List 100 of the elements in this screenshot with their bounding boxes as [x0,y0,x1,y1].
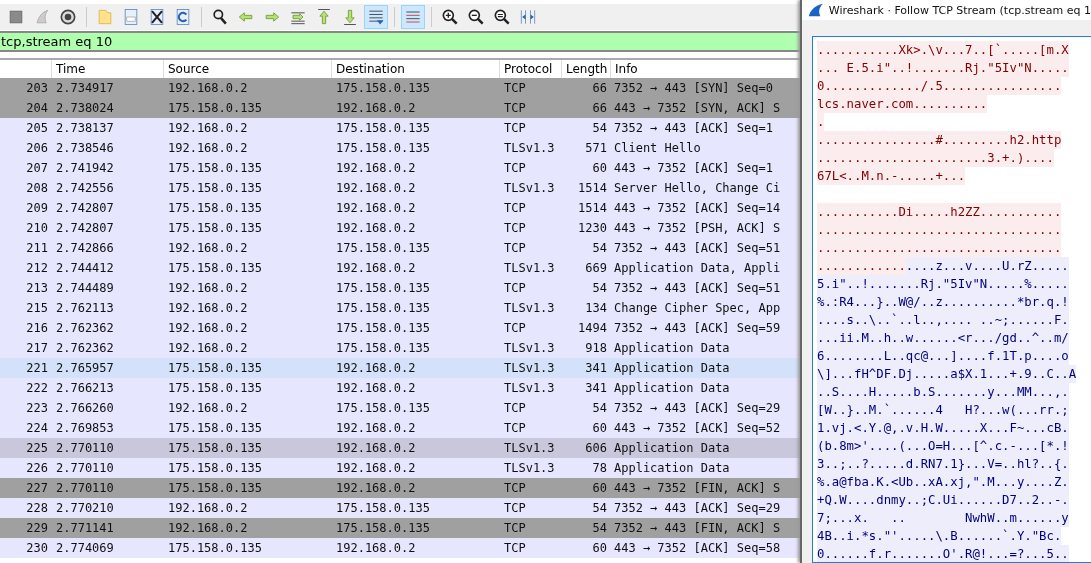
table-cell-text: 208 [25,180,49,197]
table-cell-text: TCP [503,500,527,517]
server-data-text: 5.i"..!.......Rj."5Iv"N.....%..... [817,275,1069,293]
table-cell-text: Application Data [613,340,731,357]
table-cell-text: 2.741942 [55,160,115,177]
table-cell-text: 175.158.0.135 [335,340,431,357]
packet-row[interactable]: 210 2.742807 175.158.0.135 192.168.0.2 TCP 1230 443 → 7352 [PSH, ACK] S [0,218,800,238]
column-header[interactable]: Info [611,60,800,78]
table-cell-text: 206 [25,140,49,157]
packet-row[interactable]: 212 2.744412 175.158.0.135 192.168.0.2 TLSv1.3 669 Application Data, Appli [0,258,800,278]
table-cell-text: 7352 → 443 [ACK] Seq=51 [613,240,782,257]
table-cell-text: Application Data [613,460,731,477]
table-cell-text: 2.742556 [55,180,115,197]
table-cell-text: 175.158.0.135 [335,520,431,537]
table-cell-text: 210 [25,220,49,237]
table-cell-text: TLSv1.3 [503,440,556,457]
packet-row[interactable]: 213 2.744489 192.168.0.2 175.158.0.135 TCP 54 7352 → 443 [ACK] Seq=51 [0,278,800,298]
table-cell-text: 192.168.0.2 [167,120,249,137]
client-data-text: ... E.5.i"..!.......Rj."5Iv"N..... [817,59,1069,77]
table-cell-text: TLSv1.3 [503,380,556,397]
table-cell-text: 2.771141 [55,520,115,537]
packet-row[interactable]: 209 2.742807 175.158.0.135 192.168.0.2 TCP 1514 443 → 7352 [ACK] Seq=14 [0,198,800,218]
table-cell-text: 228 [25,500,49,517]
table-cell-text: TCP [503,200,527,217]
table-cell-text: Server Hello, Change Ci [613,180,782,197]
packet-row[interactable]: 225 2.770110 175.158.0.135 192.168.0.2 TLSv1.3 606 Application Data [0,438,800,458]
packet-row[interactable]: 207 2.741942 175.158.0.135 192.168.0.2 TCP 60 443 → 7352 [ACK] Seq=1 [0,158,800,178]
table-cell-text: 229 [25,520,49,537]
server-data-text: 4B..i.*s."'.....\.B......`.Y."Bc. [817,527,1062,545]
packet-row[interactable]: 208 2.742556 175.158.0.135 192.168.0.2 TLSv1.3 1514 Server Hello, Change Ci [0,178,800,198]
client-data-text: 67L<..M.n.-.....+... [817,167,966,185]
table-cell-text: 341 [584,380,608,397]
client-data-text: . [817,113,825,131]
packet-row[interactable]: 203 2.734917 192.168.0.2 175.158.0.135 TCP 66 7352 → 443 [SYN] Seq=0 [0,78,800,98]
window-title: Wireshark · Follow TCP Stream (tcp.stream eq 1 [828,3,1091,17]
packet-row[interactable]: 227 2.770110 175.158.0.135 192.168.0.2 TCP 60 443 → 7352 [FIN, ACK] S [0,478,800,498]
table-cell-text: 211 [25,240,49,257]
table-cell-text: 175.158.0.135 [335,300,431,317]
table-cell-text: 2.738546 [55,140,115,157]
packet-row[interactable]: 204 2.738024 175.158.0.135 192.168.0.2 TCP 66 443 → 7352 [SYN, ACK] S [0,98,800,118]
table-cell-text: 175.158.0.135 [167,260,263,277]
table-cell-text: TCP [503,120,527,137]
table-cell-text: 2.742807 [55,220,115,237]
server-data-text: ..S....H.....b.S.......y...MM...,. [817,383,1069,401]
table-cell-text: TCP [503,400,527,417]
colored-lines-icon[interactable] [401,5,425,29]
table-cell-text: 2.769853 [55,420,115,437]
packet-row[interactable]: 221 2.765957 175.158.0.135 192.168.0.2 TLSv1.3 341 Application Data [0,358,800,378]
table-cell-text: 443 → 7352 [ACK] Seq=14 [613,200,782,217]
table-cell-text: 2.744412 [55,260,115,277]
packet-row[interactable]: 229 2.771141 192.168.0.2 175.158.0.135 TCP 54 7352 → 443 [FIN, ACK] S [0,518,800,538]
server-data-text: 0......f.r.......O'.R@!...=?...5.. [817,545,1069,562]
table-cell-text: 2.742866 [55,240,115,257]
packet-row[interactable]: 206 2.738546 192.168.0.2 175.158.0.135 TLSv1.3 571 Client Hello [0,138,800,158]
table-cell-text: 60 [591,160,608,177]
packet-row[interactable]: 224 2.769853 175.158.0.135 192.168.0.2 TCP 60 443 → 7352 [ACK] Seq=52 [0,418,800,438]
packet-row[interactable]: 226 2.770110 175.158.0.135 192.168.0.2 TLSv1.3 78 Application Data [0,458,800,478]
table-cell-text: 175.158.0.135 [335,120,431,137]
packet-row[interactable]: 211 2.742866 192.168.0.2 175.158.0.135 TCP 54 7352 → 443 [ACK] Seq=51 [0,238,800,258]
table-cell-text: 443 → 7352 [FIN, ACK] S [613,480,782,497]
server-data-text: 3..;..?.....d.RN7.1}...V=..hl?..{. [817,455,1069,473]
table-cell-text: 192.168.0.2 [335,100,417,117]
table-cell-text: 443 → 7352 [SYN, ACK] S [613,100,782,117]
table-cell-text: 54 [591,400,608,417]
packet-row[interactable]: 230 2.774069 175.158.0.135 192.168.0.2 TCP 60 443 → 7352 [ACK] Seq=58 [0,538,800,558]
packet-row[interactable]: 228 2.770210 192.168.0.2 175.158.0.135 TCP 54 7352 → 443 [ACK] Seq=29 [0,498,800,518]
table-cell-text: 175.158.0.135 [167,420,263,437]
table-cell-text: 175.158.0.135 [335,80,431,97]
table-cell-text: 222 [25,380,49,397]
table-cell-text: 205 [25,120,49,137]
table-cell-text: Application Data [613,360,731,377]
server-data-text: ...ii.M..h..w......<r.../gd..^..m/ [817,329,1069,347]
packet-row[interactable]: 217 2.762362 192.168.0.2 175.158.0.135 TLSv1.3 918 Application Data [0,338,800,358]
table-cell-text: 1514 [577,180,608,197]
table-cell-text: 443 → 7352 [ACK] Seq=52 [613,420,782,437]
table-cell-text: 78 [591,460,608,477]
table-cell-text: TLSv1.3 [503,340,556,357]
packet-row[interactable]: 216 2.762362 192.168.0.2 175.158.0.135 TCP 1494 7352 → 443 [ACK] Seq=59 [0,318,800,338]
client-data-text: ...........Di.....h2ZZ........... [817,203,1062,221]
table-cell-text: 66 [591,80,608,97]
display-filter-field[interactable]: tcp,stream eq 10 [0,31,800,52]
table-cell-text: 175.158.0.135 [167,440,263,457]
table-cell-text: TLSv1.3 [503,300,556,317]
table-cell-text: TCP [503,540,527,557]
table-cell-text: 192.168.0.2 [167,340,249,357]
table-cell-text: 175.158.0.135 [335,140,431,157]
packet-row[interactable]: 205 2.738137 192.168.0.2 175.158.0.135 TCP 54 7352 → 443 [ACK] Seq=1 [0,118,800,138]
table-cell-text: 175.158.0.135 [335,240,431,257]
table-cell-text: Application Data [613,380,731,397]
table-cell-text: 221 [25,360,49,377]
packet-row[interactable]: 215 2.762113 192.168.0.2 175.158.0.135 TLSv1.3 134 Change Cipher Spec, App [0,298,800,318]
table-cell-text: TCP [503,100,527,117]
table-cell-text: 7352 → 443 [ACK] Seq=29 [613,400,782,417]
table-cell-text: 216 [25,320,49,337]
table-cell-text: 7352 → 443 [FIN, ACK] S [613,520,782,537]
table-cell-text: 2.744489 [55,280,115,297]
packet-row[interactable]: 223 2.766260 192.168.0.2 175.158.0.135 TCP 54 7352 → 443 [ACK] Seq=29 [0,398,800,418]
packet-row[interactable]: 222 2.766213 175.158.0.135 192.168.0.2 TLSv1.3 341 Application Data [0,378,800,398]
table-cell-text: 175.158.0.135 [167,360,263,377]
server-data-text: 6........L..qc@...]....f.1T.p....o [817,347,1069,365]
